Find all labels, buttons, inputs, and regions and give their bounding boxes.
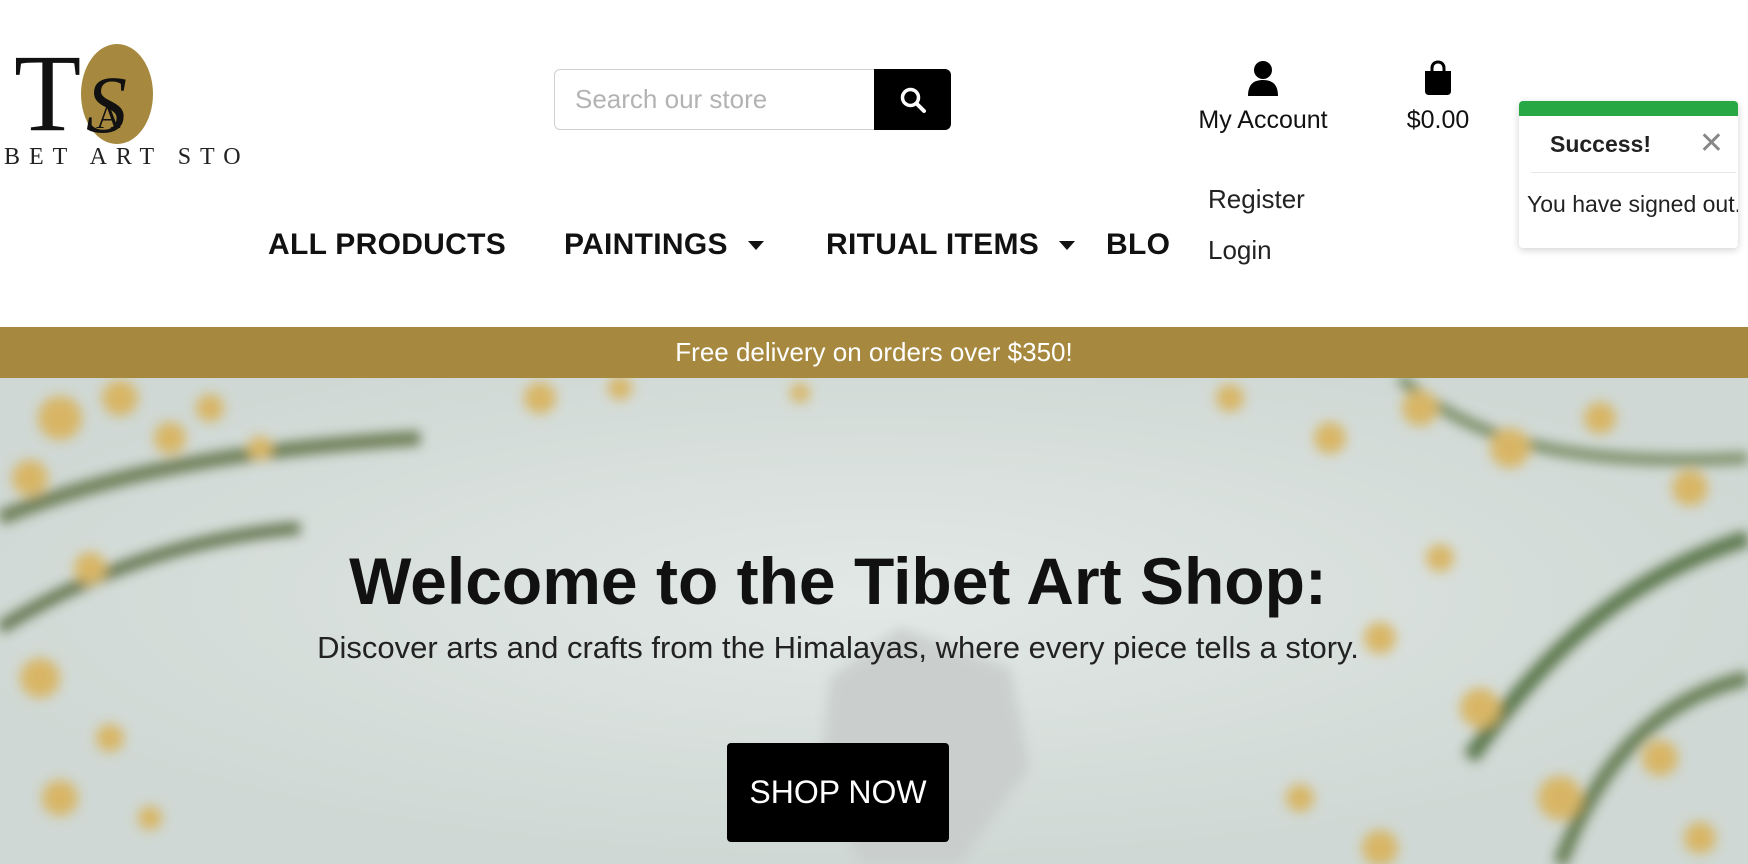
search-input[interactable] <box>554 69 874 130</box>
shopping-bag-icon <box>1425 60 1451 95</box>
toast-accent-bar <box>1519 101 1738 116</box>
nav-all-products-label: ALL PRODUCTS <box>268 228 507 261</box>
hero-subtitle: Discover arts and crafts from the Himala… <box>317 630 1359 665</box>
login-link[interactable]: Login <box>1208 225 1305 276</box>
close-icon[interactable]: ✕ <box>1699 129 1724 159</box>
toast-message: You have signed out. <box>1527 191 1738 217</box>
hero-title: Welcome to the Tibet Art Shop: <box>349 544 1327 618</box>
svg-text:T: T <box>14 32 81 154</box>
toast-title: Success! <box>1550 130 1652 157</box>
cart-total: $0.00 <box>1406 106 1470 134</box>
search-bar <box>554 69 951 130</box>
nav-blog-label: BLOG <box>1106 228 1170 261</box>
chevron-down-icon <box>747 240 764 250</box>
hero-section: Welcome to the Tibet Art Shop: Discover … <box>0 378 1748 864</box>
logo-wordmark: BET ART STORE <box>4 144 240 170</box>
nav-ritual-items[interactable]: RITUAL ITEMS <box>826 228 1076 262</box>
shop-now-button[interactable]: SHOP NOW <box>727 743 949 842</box>
nav-paintings[interactable]: PAINTINGS <box>564 228 764 262</box>
main-nav: ALL PRODUCTS PAINTINGS RITUAL ITEMS BLOG <box>268 228 1170 268</box>
nav-blog[interactable]: BLOG <box>1106 228 1170 262</box>
cart-link[interactable]: $0.00 <box>1398 60 1478 135</box>
nav-paintings-label: PAINTINGS <box>564 228 728 261</box>
logo-graphic: T S A BET ART STORE <box>4 32 289 170</box>
search-icon <box>900 87 926 113</box>
my-account-label: My Account <box>1198 106 1328 134</box>
register-link[interactable]: Register <box>1208 174 1305 225</box>
success-toast: Success! ✕ You have signed out. <box>1519 101 1738 248</box>
svg-text:A: A <box>96 99 121 136</box>
toast-header: Success! ✕ <box>1531 116 1736 173</box>
search-button[interactable] <box>874 69 951 130</box>
chevron-down-icon <box>1059 240 1076 250</box>
promo-banner: Free delivery on orders over $350! <box>0 327 1748 378</box>
my-account-link[interactable]: My Account <box>1188 60 1338 135</box>
promo-banner-text: Free delivery on orders over $350! <box>675 337 1073 367</box>
account-dropdown-menu: Register Login <box>1208 174 1305 276</box>
nav-ritual-items-label: RITUAL ITEMS <box>826 228 1040 261</box>
user-icon <box>1248 61 1278 96</box>
nav-all-products[interactable]: ALL PRODUCTS <box>268 228 506 262</box>
store-logo[interactable]: T S A BET ART STORE <box>0 30 289 170</box>
